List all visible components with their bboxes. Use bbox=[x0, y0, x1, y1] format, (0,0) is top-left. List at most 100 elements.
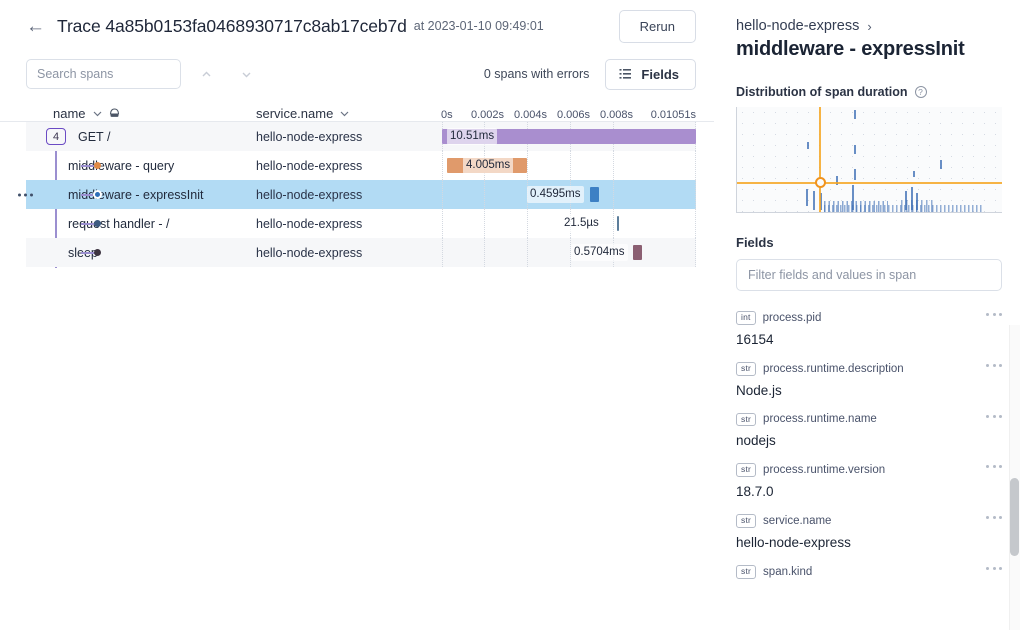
crosshair-vertical bbox=[819, 107, 821, 212]
span-name-cell: middleware - expressInit bbox=[26, 180, 256, 209]
field-value: nodejs bbox=[736, 433, 1002, 448]
spans-toolbar: 0 spans with errors Fields bbox=[0, 52, 714, 96]
chevron-down-icon bbox=[339, 108, 350, 119]
field-row: str span.kind bbox=[736, 565, 1002, 579]
field-type-badge: str bbox=[736, 565, 756, 579]
field-type-badge: str bbox=[736, 413, 756, 427]
field-key: str process.runtime.description bbox=[736, 362, 1002, 376]
breadcrumb: hello-node-express › bbox=[736, 0, 1002, 34]
field-name-label: process.runtime.name bbox=[763, 413, 877, 425]
span-name-cell: 4 GET / bbox=[26, 122, 256, 151]
crosshair-horizontal bbox=[737, 182, 1002, 184]
duration-label: 4.005ms bbox=[463, 157, 513, 174]
span-name-cell: sleep bbox=[26, 238, 256, 267]
chevron-down-icon bbox=[240, 68, 253, 81]
field-value: 18.7.0 bbox=[736, 484, 1002, 499]
crosshair-marker bbox=[815, 177, 826, 188]
duration-label: 10.51ms bbox=[447, 128, 497, 145]
span-duration-distribution-chart[interactable] bbox=[736, 107, 1002, 213]
kebab-menu-icon[interactable] bbox=[986, 415, 1002, 418]
field-type-badge: str bbox=[736, 362, 756, 376]
kebab-menu-icon[interactable] bbox=[986, 313, 1002, 316]
field-key: str service.name bbox=[736, 514, 1002, 528]
chart-grid bbox=[737, 107, 1002, 212]
axis-tick: 0s bbox=[441, 109, 453, 121]
column-name[interactable]: name bbox=[26, 106, 256, 121]
service-name-cell: hello-node-express bbox=[256, 188, 441, 202]
field-type-badge: str bbox=[736, 514, 756, 528]
fields-button-label: Fields bbox=[641, 67, 679, 82]
child-count-badge[interactable]: 4 bbox=[46, 128, 66, 145]
column-service-label: service.name bbox=[256, 106, 333, 121]
table-row[interactable]: sleep hello-node-express 0.5704ms bbox=[26, 238, 696, 267]
rerun-button[interactable]: Rerun bbox=[619, 10, 696, 43]
kebab-menu-icon[interactable] bbox=[986, 567, 1002, 570]
timeline-axis: 0s 0.002s 0.004s 0.006s 0.008s 0.01051s bbox=[441, 105, 696, 121]
field-name-label: service.name bbox=[763, 515, 831, 527]
service-name-cell: hello-node-express bbox=[256, 217, 441, 231]
table-row[interactable]: 4 GET / hello-node-express 10.51ms bbox=[26, 122, 696, 151]
kebab-menu-icon[interactable] bbox=[986, 516, 1002, 519]
field-row: str process.runtime.version 18.7.0 bbox=[736, 463, 1002, 499]
next-match-button[interactable] bbox=[231, 60, 261, 88]
span-status-dot bbox=[94, 220, 101, 227]
axis-tick: 0.008s bbox=[600, 109, 633, 121]
field-row: str process.runtime.name nodejs bbox=[736, 413, 1002, 449]
fields-heading: Fields bbox=[736, 235, 1002, 250]
table-row[interactable]: request handler - / hello-node-express 2… bbox=[26, 209, 696, 238]
breadcrumb-service[interactable]: hello-node-express bbox=[736, 18, 859, 34]
span-detail-pane: hello-node-express › middleware - expres… bbox=[714, 0, 1024, 639]
chevron-down-icon bbox=[92, 108, 103, 119]
axis-tick: 0.004s bbox=[514, 109, 547, 121]
service-name-cell: hello-node-express bbox=[256, 130, 441, 144]
field-name-label: process.pid bbox=[763, 312, 822, 324]
timeline-cell: 0.5704ms bbox=[441, 238, 696, 267]
duration-bar[interactable] bbox=[633, 245, 642, 260]
field-type-badge: str bbox=[736, 463, 756, 477]
axis-tick: 0.002s bbox=[471, 109, 504, 121]
span-status-dot bbox=[93, 190, 102, 199]
column-name-label: name bbox=[53, 106, 86, 121]
field-value: 16154 bbox=[736, 332, 1002, 347]
fields-list: int process.pid 16154 str process.runtim… bbox=[736, 311, 1002, 579]
field-name-label: process.runtime.version bbox=[763, 464, 885, 476]
kebab-menu-icon[interactable] bbox=[986, 465, 1002, 468]
field-key: str process.runtime.name bbox=[736, 413, 1002, 427]
field-row: int process.pid 16154 bbox=[736, 311, 1002, 347]
span-name-label: GET / bbox=[78, 130, 110, 144]
arrow-left-icon[interactable]: ← bbox=[26, 17, 45, 36]
field-key: str process.runtime.version bbox=[736, 463, 1002, 477]
timeline-cell: 10.51ms bbox=[441, 122, 696, 151]
column-service-name[interactable]: service.name bbox=[256, 106, 441, 121]
kebab-menu-icon[interactable] bbox=[986, 364, 1002, 367]
timeline-cell: 4.005ms bbox=[441, 151, 696, 180]
field-row: str service.name hello-node-express bbox=[736, 514, 1002, 550]
distribution-heading-label: Distribution of span duration bbox=[736, 85, 908, 99]
span-status-dot bbox=[94, 162, 101, 169]
search-spans-input[interactable] bbox=[26, 59, 181, 89]
trace-timestamp: at 2023-01-10 09:49:01 bbox=[414, 19, 544, 33]
fields-button[interactable]: Fields bbox=[605, 59, 696, 90]
service-name-cell: hello-node-express bbox=[256, 159, 441, 173]
detail-scrollbar-thumb[interactable] bbox=[1010, 478, 1019, 556]
filter-icon[interactable] bbox=[109, 108, 120, 120]
table-row[interactable]: middleware - expressInit hello-node-expr… bbox=[26, 180, 696, 209]
field-value: hello-node-express bbox=[736, 535, 1002, 550]
duration-bar[interactable] bbox=[617, 216, 619, 231]
field-key: str span.kind bbox=[736, 565, 1002, 579]
distribution-heading: Distribution of span duration ? bbox=[736, 85, 1002, 99]
service-name-cell: hello-node-express bbox=[256, 246, 441, 260]
field-name-label: span.kind bbox=[763, 566, 812, 578]
field-row: str process.runtime.description Node.js bbox=[736, 362, 1002, 398]
trace-explorer-app: ← Trace 4a85b0153fa0468930717c8ab17ceb7d… bbox=[0, 0, 1024, 639]
chevron-right-icon: › bbox=[867, 19, 871, 34]
field-type-badge: int bbox=[736, 311, 756, 325]
prev-match-button[interactable] bbox=[191, 60, 221, 88]
field-key: int process.pid bbox=[736, 311, 1002, 325]
duration-bar[interactable] bbox=[590, 187, 599, 202]
table-row[interactable]: middleware - query hello-node-express 4.… bbox=[26, 151, 696, 180]
list-icon bbox=[619, 68, 632, 81]
filter-fields-input[interactable] bbox=[736, 259, 1002, 291]
axis-tick: 0.006s bbox=[557, 109, 590, 121]
help-circle-icon[interactable]: ? bbox=[915, 86, 927, 98]
